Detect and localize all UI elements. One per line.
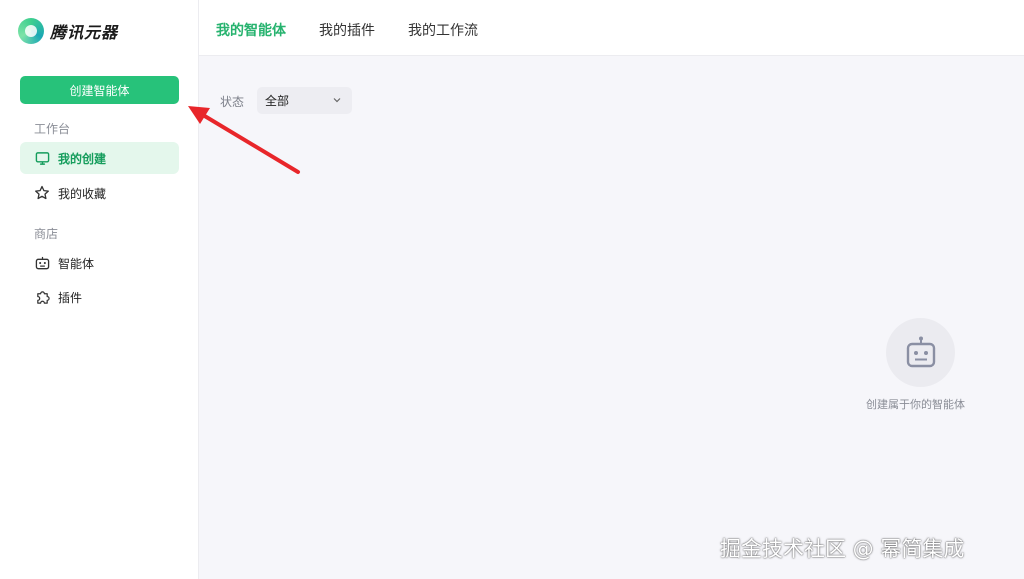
sidebar-item-label: 智能体 <box>58 256 95 271</box>
section-title-store: 商店 <box>34 227 59 241</box>
status-filter-label: 状态 <box>220 95 245 109</box>
logo-icon <box>18 18 44 44</box>
empty-state-robot-icon <box>886 318 955 387</box>
create-agent-button[interactable]: 创建智能体 <box>20 76 179 104</box>
sidebar-item-label: 插件 <box>58 290 83 305</box>
watermark: 掘金技术社区 @ 幂简集成 <box>720 537 965 561</box>
status-filter-value: 全部 <box>265 94 290 108</box>
empty-state-text: 创建属于你的智能体 <box>866 398 965 411</box>
section-title-workbench: 工作台 <box>34 122 71 136</box>
star-icon <box>34 185 50 201</box>
tab-my-agents[interactable]: 我的智能体 <box>216 20 286 40</box>
monitor-icon <box>34 150 50 166</box>
tab-my-workflows[interactable]: 我的工作流 <box>408 20 478 40</box>
sidebar-item-agents[interactable]: 智能体 <box>20 247 179 279</box>
sidebar-item-plugins[interactable]: 插件 <box>20 281 179 313</box>
brand-name: 腾讯元器 <box>50 23 119 42</box>
top-tab-bar: 我的智能体 我的插件 我的工作流 <box>199 0 1024 56</box>
sidebar-item-my-favorites[interactable]: 我的收藏 <box>20 177 179 209</box>
sidebar-item-label: 我的收藏 <box>58 186 107 201</box>
sidebar-item-my-creations[interactable]: 我的创建 <box>20 142 179 174</box>
sidebar: 腾讯元器 创建智能体 工作台 我的创建 我的收藏 商店 智能体 插件 <box>0 0 199 579</box>
puzzle-icon <box>34 289 50 305</box>
sidebar-item-label: 我的创建 <box>58 151 107 166</box>
status-filter-select[interactable]: 全部 <box>257 87 352 114</box>
tab-my-plugins[interactable]: 我的插件 <box>319 20 375 40</box>
brand-logo[interactable]: 腾讯元器 <box>18 18 118 44</box>
robot-icon <box>34 255 50 271</box>
chevron-down-icon <box>332 94 342 108</box>
